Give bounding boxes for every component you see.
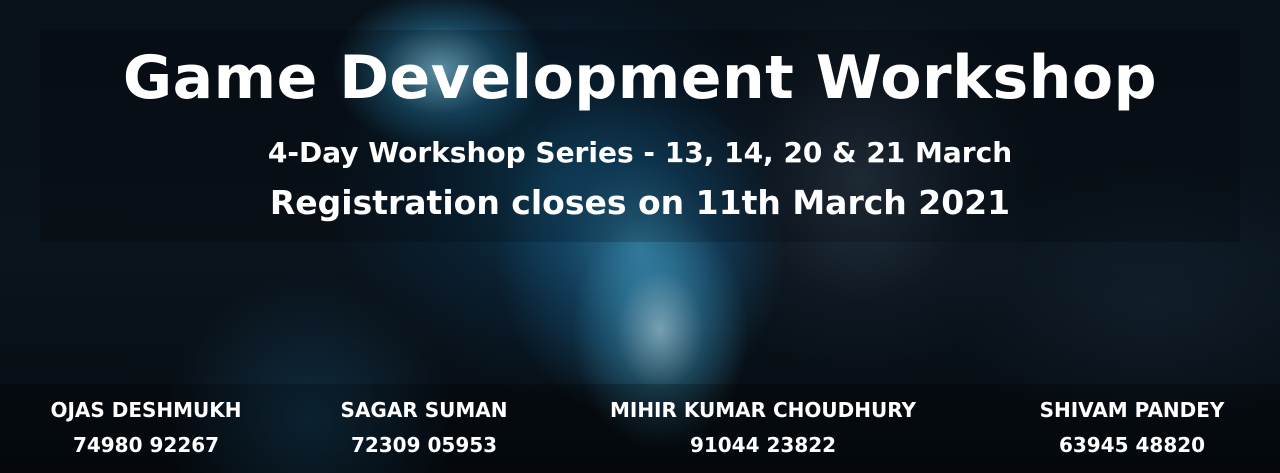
contact-card: MIHIR KUMAR CHOUDHURY 91044 23822	[583, 394, 943, 464]
registration-deadline: Registration closes on 11th March 2021	[269, 183, 1011, 222]
contact-name: SAGAR SUMAN	[340, 398, 508, 422]
contact-phone: 63945 48820	[1058, 433, 1206, 457]
contact-phone: 91044 23822	[689, 433, 837, 457]
contact-name: SHIVAM PANDEY	[1039, 398, 1225, 422]
workshop-banner: Game Development Workshop 4-Day Workshop…	[0, 0, 1280, 473]
contact-name: MIHIR KUMAR CHOUDHURY	[609, 398, 917, 422]
banner-subtitle: 4-Day Workshop Series - 13, 14, 20 & 21 …	[267, 136, 1013, 169]
contact-card: SHIVAM PANDEY 63945 48820	[952, 394, 1280, 464]
contact-phone: 72309 05953	[350, 433, 498, 457]
banner-title: Game Development Workshop	[122, 43, 1158, 113]
contact-card: SAGAR SUMAN 72309 05953	[244, 394, 604, 464]
